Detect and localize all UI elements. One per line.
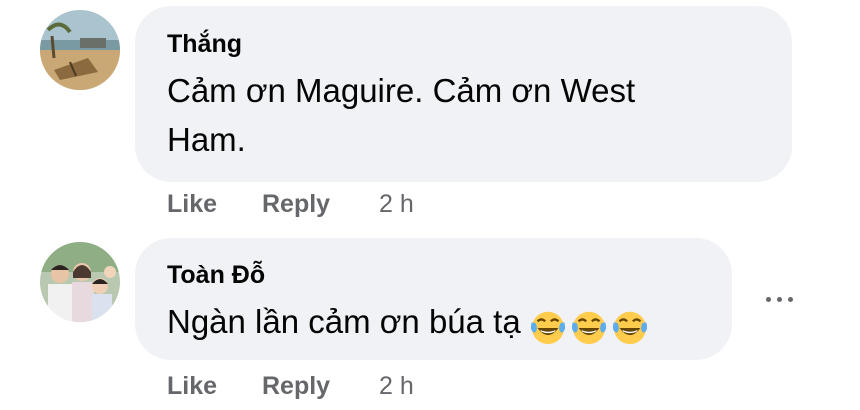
comment-timestamp[interactable]: 2 h <box>379 190 414 219</box>
avatar[interactable] <box>40 10 120 90</box>
family-photo-avatar-icon <box>40 242 120 322</box>
comment-author[interactable]: Thắng <box>167 30 242 59</box>
like-button[interactable]: Like <box>167 372 217 401</box>
comment-text: Ngàn lần cảm ơn búa tạ <box>167 300 652 346</box>
reply-button[interactable]: Reply <box>262 372 330 401</box>
more-horizontal-icon[interactable] <box>760 289 800 309</box>
comment-author[interactable]: Toàn Đỗ <box>167 261 265 290</box>
comment-timestamp[interactable]: 2 h <box>379 372 414 401</box>
comment-actions: Like Reply 2 h <box>0 372 860 406</box>
beach-landscape-avatar-icon <box>40 10 120 90</box>
reply-button[interactable]: Reply <box>262 190 330 219</box>
emoji-group <box>529 302 652 346</box>
comment-text-line-1: Cảm ơn Maguire. Cảm ơn West <box>167 72 636 109</box>
avatar[interactable] <box>40 242 120 322</box>
tears-of-joy-emoji-icon <box>530 311 565 344</box>
comment-actions: Like Reply 2 h <box>0 190 860 224</box>
tears-of-joy-emoji-icon <box>571 311 606 344</box>
comment-text-line-2: Ham. <box>167 121 246 158</box>
tears-of-joy-emoji-icon <box>612 311 647 344</box>
comment-text-content: Ngàn lần cảm ơn búa tạ <box>167 303 521 340</box>
like-button[interactable]: Like <box>167 190 217 219</box>
